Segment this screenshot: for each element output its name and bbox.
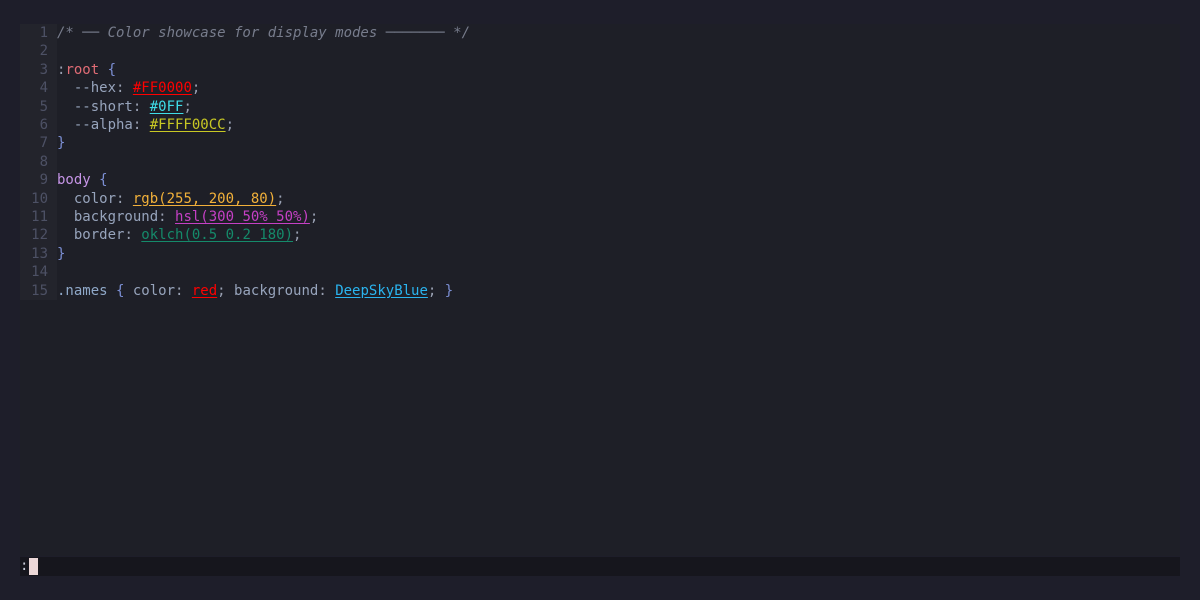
- color-value: #0FF: [149, 98, 184, 115]
- code-line[interactable]: 9 body {: [20, 171, 108, 189]
- line-number: 4: [39, 80, 48, 97]
- color-value: red: [191, 282, 218, 299]
- code-token: :: [158, 209, 176, 225]
- code-token: root: [65, 61, 100, 78]
- code-token: background: [234, 282, 319, 299]
- line-content: .names { color: red; background: DeepSky…: [57, 283, 453, 299]
- code-token: :: [318, 282, 336, 299]
- code-token: :: [116, 190, 133, 207]
- line-content: }: [57, 135, 65, 151]
- code-line[interactable]: 13}: [20, 245, 65, 263]
- color-value: #FFFF00CC: [149, 117, 226, 133]
- text-cursor: [29, 558, 38, 575]
- line-content: --hex: #FF0000;: [57, 80, 200, 96]
- code-token: ;: [276, 190, 285, 207]
- code-line[interactable]: 6 --alpha: #FFFF00CC;: [20, 116, 234, 134]
- code-token: body: [57, 172, 91, 189]
- code-token: :: [124, 227, 142, 244]
- command-line[interactable]: :: [20, 557, 1180, 576]
- line-number: 3: [39, 61, 48, 78]
- color-value: hsl(300 50% 50%): [175, 209, 310, 225]
- code-token: /* ── Color showcase for display modes ─…: [57, 25, 471, 41]
- code-token: ;: [225, 117, 235, 133]
- code-token: }: [57, 135, 66, 152]
- code-token: :: [132, 98, 150, 115]
- code-token: color: [124, 282, 176, 299]
- code-line[interactable]: 2: [20, 42, 57, 60]
- code-token: --hex: [57, 80, 117, 97]
- code-token: border: [57, 227, 125, 244]
- code-token: ;: [183, 98, 192, 115]
- color-value: rgb(255, 200, 80): [132, 190, 277, 207]
- code-token: ;: [217, 282, 235, 299]
- line-number: 9: [39, 172, 48, 189]
- editor-pane[interactable]: 1 /* ── Color showcase for display modes …: [20, 24, 1180, 556]
- line-number: 8: [39, 153, 48, 170]
- code-line[interactable]: 15 .names { color: red; background: DeepS…: [20, 282, 453, 300]
- line-content: /* ── Color showcase for display modes ─…: [57, 25, 470, 41]
- color-value: DeepSkyBlue: [335, 282, 428, 299]
- line-content: :root {: [57, 62, 116, 78]
- code-token: }: [444, 282, 454, 299]
- code-token: .names: [57, 282, 108, 299]
- code-token: ;: [309, 209, 319, 225]
- code-token: :: [116, 80, 133, 97]
- line-content: body {: [57, 172, 108, 188]
- line-number: 12: [31, 227, 48, 244]
- line-number: 1: [39, 25, 48, 41]
- line-number: 10: [31, 190, 48, 207]
- code-token: color: [57, 190, 117, 207]
- code-line[interactable]: 12 border: oklch(0.5 0.2 180);: [20, 226, 301, 244]
- code-token: ;: [293, 227, 302, 244]
- line-content: background: hsl(300 50% 50%);: [57, 209, 318, 225]
- code-line[interactable]: 3 :root {: [20, 61, 116, 79]
- line-number: 14: [31, 264, 48, 281]
- code-line[interactable]: 5 --short: #0FF;: [20, 98, 192, 116]
- code-token: {: [90, 172, 108, 189]
- line-content: --alpha: #FFFF00CC;: [57, 117, 234, 133]
- code-token: {: [107, 282, 125, 299]
- code-line[interactable]: 1 /* ── Color showcase for display modes …: [20, 24, 470, 42]
- line-content: --short: #0FF;: [57, 99, 192, 115]
- code-line[interactable]: 11 background: hsl(300 50% 50%);: [20, 208, 318, 226]
- code-line[interactable]: 8: [20, 153, 57, 171]
- code-token: :: [132, 117, 150, 133]
- code-token: }: [57, 245, 66, 262]
- code-token: {: [99, 61, 117, 78]
- line-number: 6: [39, 117, 48, 133]
- command-prompt: :: [20, 558, 29, 574]
- line-number: 7: [39, 135, 48, 152]
- code-line[interactable]: 14: [20, 263, 57, 281]
- code-line[interactable]: 10 color: rgb(255, 200, 80);: [20, 190, 285, 208]
- code-token: :: [175, 282, 192, 299]
- line-content: color: rgb(255, 200, 80);: [57, 191, 285, 207]
- line-number: 13: [31, 245, 48, 262]
- code-token: --short: [57, 98, 133, 115]
- line-content: border: oklch(0.5 0.2 180);: [57, 227, 302, 244]
- code-token: ;: [191, 80, 201, 97]
- code-token: --alpha: [57, 117, 133, 133]
- code-token: background: [57, 209, 159, 225]
- line-number: 15: [31, 282, 48, 299]
- code-line[interactable]: 4 --hex: #FF0000;: [20, 79, 201, 97]
- line-content: }: [57, 246, 65, 262]
- color-value: #FF0000: [132, 80, 192, 97]
- code-token: ;: [427, 282, 445, 299]
- code-line[interactable]: 7}: [20, 134, 66, 152]
- line-number: 2: [39, 43, 48, 60]
- color-value: oklch(0.5 0.2 180): [141, 227, 294, 244]
- line-number: 5: [39, 98, 48, 115]
- line-number: 11: [31, 209, 48, 225]
